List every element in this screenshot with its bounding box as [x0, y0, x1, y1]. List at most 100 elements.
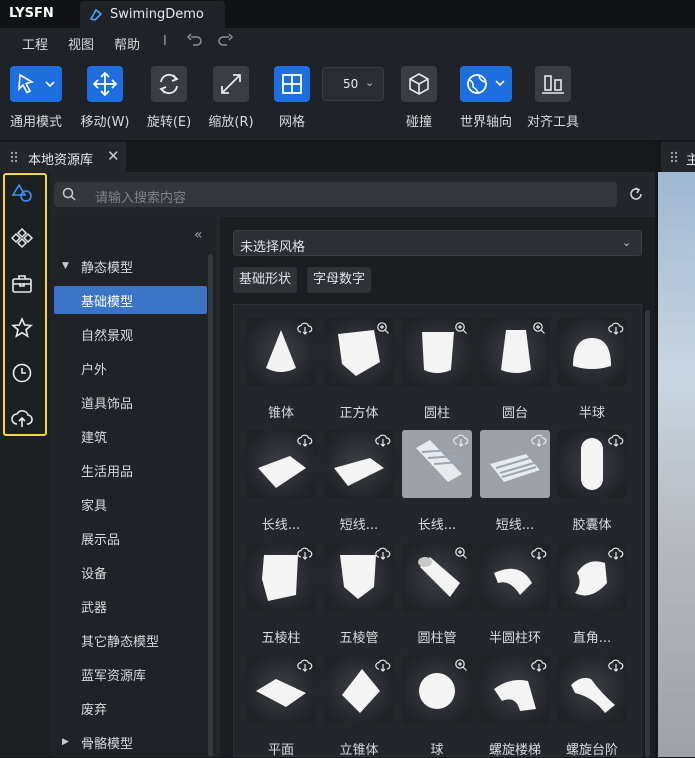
download-cloud-icon[interactable] — [531, 546, 547, 560]
download-cloud-icon[interactable] — [608, 658, 624, 672]
tree-item[interactable]: 户外 — [81, 359, 107, 378]
grid-size-select[interactable]: 50 ⌄ — [322, 67, 384, 101]
undo-icon[interactable] — [186, 33, 204, 49]
asset-card[interactable] — [324, 543, 394, 611]
align-button[interactable] — [535, 66, 571, 102]
menu-view[interactable]: 视图 — [68, 34, 94, 53]
download-cloud-icon[interactable] — [297, 658, 313, 672]
scene-viewport[interactable] — [658, 172, 695, 757]
tree-item[interactable]: 废弃 — [81, 699, 107, 718]
asset-card[interactable] — [402, 318, 472, 386]
caret-down-icon[interactable]: ▼ — [62, 261, 69, 271]
asset-card[interactable] — [402, 655, 472, 723]
menu-help[interactable]: 帮助 — [114, 34, 140, 53]
tree-item[interactable]: 骨骼模型 — [81, 733, 133, 752]
tree-item[interactable]: 其它静态模型 — [81, 631, 159, 650]
asset-card[interactable] — [480, 655, 550, 723]
download-cloud-icon[interactable] — [608, 546, 624, 560]
asset-name: 半圆柱环 — [488, 631, 541, 646]
redo-icon[interactable] — [216, 33, 234, 49]
tree-item[interactable]: 道具饰品 — [81, 393, 133, 412]
rotate-icon — [159, 73, 179, 95]
pointer-icon — [18, 73, 55, 94]
caret-right-icon[interactable]: ▶ — [62, 737, 69, 747]
zoom-icon[interactable] — [453, 658, 469, 672]
asset-card[interactable] — [557, 655, 627, 723]
chip-alphanumeric[interactable]: 字母数字 — [307, 267, 371, 293]
asset-card[interactable] — [246, 430, 316, 498]
drag-handle-icon-right[interactable] — [670, 151, 678, 163]
asset-card[interactable] — [324, 655, 394, 723]
world-axis-button[interactable] — [460, 66, 512, 102]
asset-card[interactable] — [246, 543, 316, 611]
tree-item[interactable]: 自然景观 — [81, 325, 133, 344]
asset-name: 五棱柱 — [261, 631, 301, 646]
tree-item[interactable]: 家具 — [81, 495, 107, 514]
collapse-panel-icon[interactable]: « — [194, 227, 203, 243]
upload-cloud-icon[interactable] — [11, 407, 33, 429]
move-button[interactable] — [87, 66, 123, 102]
components-icon[interactable] — [11, 227, 33, 249]
asset-name: 长线... — [261, 518, 301, 533]
icon-bar-highlight-frame — [3, 173, 47, 436]
asset-name: 圆柱 — [423, 406, 450, 421]
clock-icon[interactable] — [11, 362, 33, 384]
grid-scrollbar[interactable] — [645, 310, 650, 757]
grid-label: 网格 — [278, 115, 305, 130]
asset-name: 圆柱管 — [417, 631, 457, 646]
tree-item[interactable]: 基础模型 — [81, 291, 133, 310]
asset-card[interactable] — [402, 543, 472, 611]
asset-card[interactable] — [557, 430, 627, 498]
download-cloud-icon[interactable] — [297, 546, 313, 560]
tree-item[interactable]: 建筑 — [81, 427, 107, 446]
collision-button[interactable] — [401, 66, 437, 102]
download-cloud-icon[interactable] — [453, 433, 469, 447]
refresh-icon[interactable] — [628, 186, 644, 202]
chip-basic-shapes[interactable]: 基础形状 — [233, 267, 297, 293]
star-icon[interactable] — [11, 317, 33, 339]
download-cloud-icon[interactable] — [297, 321, 313, 335]
select-mode-button[interactable] — [10, 66, 62, 102]
asset-card[interactable] — [480, 543, 550, 611]
menu-project[interactable]: 工程 — [22, 34, 48, 53]
download-cloud-icon[interactable] — [297, 433, 313, 447]
zoom-icon[interactable] — [453, 321, 469, 335]
document-tab[interactable]: SwimingDemo — [80, 1, 225, 28]
rotate-button[interactable] — [151, 66, 187, 102]
asset-card[interactable] — [557, 543, 627, 611]
tree-item[interactable]: 设备 — [81, 563, 107, 582]
zoom-icon[interactable] — [375, 321, 391, 335]
download-cloud-icon[interactable] — [608, 321, 624, 335]
asset-card[interactable] — [402, 430, 472, 498]
tree-item[interactable]: 展示品 — [81, 529, 120, 548]
chevron-down-icon: ⌄ — [365, 76, 375, 89]
zoom-icon[interactable] — [453, 546, 469, 560]
scale-button[interactable] — [213, 66, 249, 102]
zoom-icon[interactable] — [531, 321, 547, 335]
grid-button[interactable] — [274, 66, 310, 102]
download-cloud-icon[interactable] — [375, 433, 391, 447]
download-cloud-icon[interactable] — [531, 433, 547, 447]
asset-card[interactable] — [246, 655, 316, 723]
shapes-icon[interactable] — [11, 182, 33, 204]
download-cloud-icon[interactable] — [375, 546, 391, 560]
close-icon[interactable]: ✕ — [107, 147, 120, 165]
tree-item[interactable]: 静态模型 — [81, 257, 133, 276]
download-cloud-icon[interactable] — [375, 658, 391, 672]
asset-card[interactable] — [324, 430, 394, 498]
asset-name: 立锥体 — [339, 743, 379, 758]
asset-card[interactable] — [324, 318, 394, 386]
asset-card[interactable] — [480, 318, 550, 386]
tree-scrollbar[interactable] — [208, 254, 213, 757]
drag-handle-icon[interactable] — [10, 151, 18, 163]
project-icon — [89, 8, 103, 21]
download-cloud-icon[interactable] — [608, 433, 624, 447]
asset-card[interactable] — [480, 430, 550, 498]
tree-item[interactable]: 武器 — [81, 597, 107, 616]
download-cloud-icon[interactable] — [531, 658, 547, 672]
toolbox-icon[interactable] — [11, 273, 33, 295]
tree-item[interactable]: 生活用品 — [81, 461, 133, 480]
tree-item[interactable]: 蓝军资源库 — [81, 665, 146, 684]
asset-card[interactable] — [246, 318, 316, 386]
asset-card[interactable] — [557, 318, 627, 386]
